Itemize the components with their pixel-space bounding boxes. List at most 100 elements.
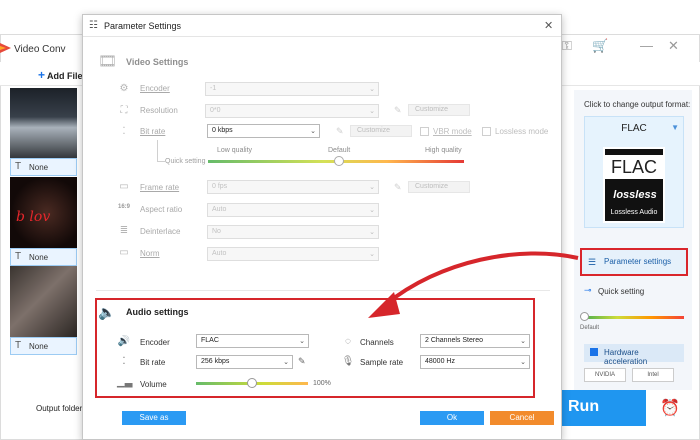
chevron-down-icon: ⌄	[520, 338, 526, 345]
volume-label: Volume	[140, 380, 167, 389]
video-thumbnail[interactable]	[10, 266, 77, 338]
deinterlace-select[interactable]: No ⌄	[207, 225, 379, 239]
chevron-down-icon: ⌄	[520, 359, 526, 366]
subtitle-selector[interactable]: T None	[10, 337, 77, 355]
high-quality-label: High quality	[425, 147, 462, 154]
app-title: Video Conv	[14, 44, 66, 55]
sample-rate-label: Sample rate	[360, 358, 404, 367]
pencil-icon: ✎	[336, 126, 344, 136]
audio-encoder-select[interactable]: FLAC ⌄	[196, 334, 309, 348]
chevron-down-icon: ⌄	[310, 128, 316, 135]
chevron-down-icon: ⌄	[369, 86, 375, 93]
chevron-down-icon: ▼	[671, 123, 679, 132]
video-encoder-select[interactable]: -1 ⌄	[205, 82, 379, 96]
hardware-acceleration-toggle[interactable]: Hardware acceleration	[584, 344, 684, 366]
audio-encoder-label: Encoder	[140, 338, 170, 347]
ok-button[interactable]: Ok	[420, 411, 484, 425]
dialog-title: Parameter Settings	[104, 21, 182, 31]
quick-setting-label: Quick setting	[598, 287, 645, 296]
video-encoder-label: Encoder	[140, 84, 170, 93]
save-as-button[interactable]: Save as	[122, 411, 186, 425]
aspect-ratio-select[interactable]: Auto ⌄	[207, 203, 379, 217]
nvidia-badge: NVIDIA	[584, 368, 626, 382]
alarm-clock-icon[interactable]: ⏰	[660, 398, 680, 418]
lossless-mode-checkbox[interactable]	[482, 127, 491, 136]
close-icon[interactable]: ✕	[544, 19, 553, 32]
frame-rate-label: Frame rate	[140, 183, 180, 192]
video-thumbnail[interactable]: b lov	[10, 177, 77, 249]
cart-icon[interactable]: 🛒	[592, 38, 608, 54]
chevron-down-icon: ⌄	[299, 338, 305, 345]
flac-format-icon: FLAC lossless Lossless Audio	[603, 147, 665, 223]
quick-setting-icon: ⊸	[584, 285, 592, 295]
settings-sliders-icon: ☷	[89, 20, 98, 31]
subtitle-selector[interactable]: T None	[10, 248, 77, 266]
video-settings-heading: Video Settings	[126, 57, 189, 67]
output-folder-label: Output folder:	[36, 404, 85, 413]
pencil-icon[interactable]: ✎	[298, 356, 306, 367]
film-gear-icon: 🎞	[98, 53, 118, 70]
quick-setting-default-label: Default	[580, 325, 600, 331]
resolution-select[interactable]: 0*0 ⌄	[205, 104, 379, 118]
output-format-card[interactable]: FLAC ▼ FLAC lossless Lossless Audio	[584, 116, 684, 228]
quality-slider-handle[interactable]	[334, 156, 344, 166]
pencil-icon: ✎	[394, 105, 402, 115]
chevron-down-icon: ⌄	[369, 229, 375, 236]
sample-rate-select[interactable]: 48000 Hz ⌄	[420, 355, 530, 369]
quick-setting-handle[interactable]	[580, 312, 589, 321]
norm-select[interactable]: Auto ⌄	[207, 247, 379, 261]
volume-value: 100%	[313, 380, 331, 387]
quick-setting-label: Quick setting	[165, 158, 206, 165]
norm-label: Norm	[140, 249, 160, 258]
quick-setting-slider[interactable]	[584, 316, 684, 319]
volume-bars-icon: ▁▃	[117, 377, 133, 388]
format-name: FLAC	[621, 123, 647, 134]
vbr-mode-label: VBR mode	[433, 127, 472, 136]
intel-badge: Intel	[632, 368, 674, 382]
frame-rate-customize-button[interactable]: Customize	[408, 181, 470, 193]
vbr-mode-checkbox[interactable]	[420, 127, 429, 136]
resolution-icon: ⛶	[120, 105, 128, 116]
audio-bitrate-label: Bit rate	[140, 358, 166, 367]
add-file-button[interactable]: + Add File	[38, 68, 83, 82]
chevron-down-icon: ⌄	[369, 207, 375, 214]
chip-icon	[590, 348, 598, 356]
bitrate-customize-button[interactable]: Customize	[350, 125, 412, 137]
divider	[96, 290, 550, 291]
text-icon: T	[15, 161, 22, 172]
key-icon[interactable]: ⚿	[562, 38, 572, 54]
output-format-hint: Click to change output format:	[584, 100, 691, 109]
svg-text:b lov: b lov	[16, 209, 50, 225]
cancel-button[interactable]: Cancel	[490, 411, 554, 425]
frame-rate-select[interactable]: 0 fps ⌄	[207, 180, 379, 194]
sliders-icon: ☰	[588, 257, 597, 267]
channels-label: Channels	[360, 338, 394, 347]
chevron-down-icon: ⌄	[369, 251, 375, 258]
video-bitrate-select[interactable]: 0 kbps ⌄	[207, 124, 320, 138]
norm-icon: ▭	[119, 247, 129, 258]
resolution-label: Resolution	[140, 106, 178, 115]
close-app-button[interactable]: ✕	[668, 38, 679, 54]
channels-select[interactable]: 2 Channels Stereo ⌄	[420, 334, 530, 348]
frame-rate-icon: ▭	[119, 181, 129, 192]
text-icon: T	[15, 340, 22, 351]
subtitle-selector[interactable]: T None	[10, 158, 77, 176]
default-quality-label: Default	[328, 147, 351, 154]
microphone-icon: 🎙	[341, 356, 355, 367]
volume-slider-handle[interactable]	[247, 378, 257, 388]
minimize-button[interactable]: —	[640, 38, 653, 53]
video-bitrate-label: Bit rate	[140, 127, 166, 136]
quick-setting-bracket	[157, 140, 165, 162]
run-button[interactable]: Run	[560, 390, 646, 426]
resolution-customize-button[interactable]: Customize	[408, 104, 470, 116]
app-logo-icon	[0, 42, 12, 54]
speaker-gear-icon: 🔈	[98, 304, 116, 320]
text-icon: T	[15, 251, 22, 262]
channels-icon: ◌	[345, 336, 351, 347]
video-thumbnail[interactable]	[10, 88, 77, 160]
audio-bitrate-select[interactable]: 256 kbps ⌄	[196, 355, 293, 369]
encoder-icon: ⚙	[119, 83, 129, 94]
aspect-ratio-icon: 16:9	[117, 204, 130, 210]
parameter-settings-button[interactable]: ☰ Parameter settings	[580, 248, 688, 276]
low-quality-label: Low quality	[217, 147, 253, 154]
